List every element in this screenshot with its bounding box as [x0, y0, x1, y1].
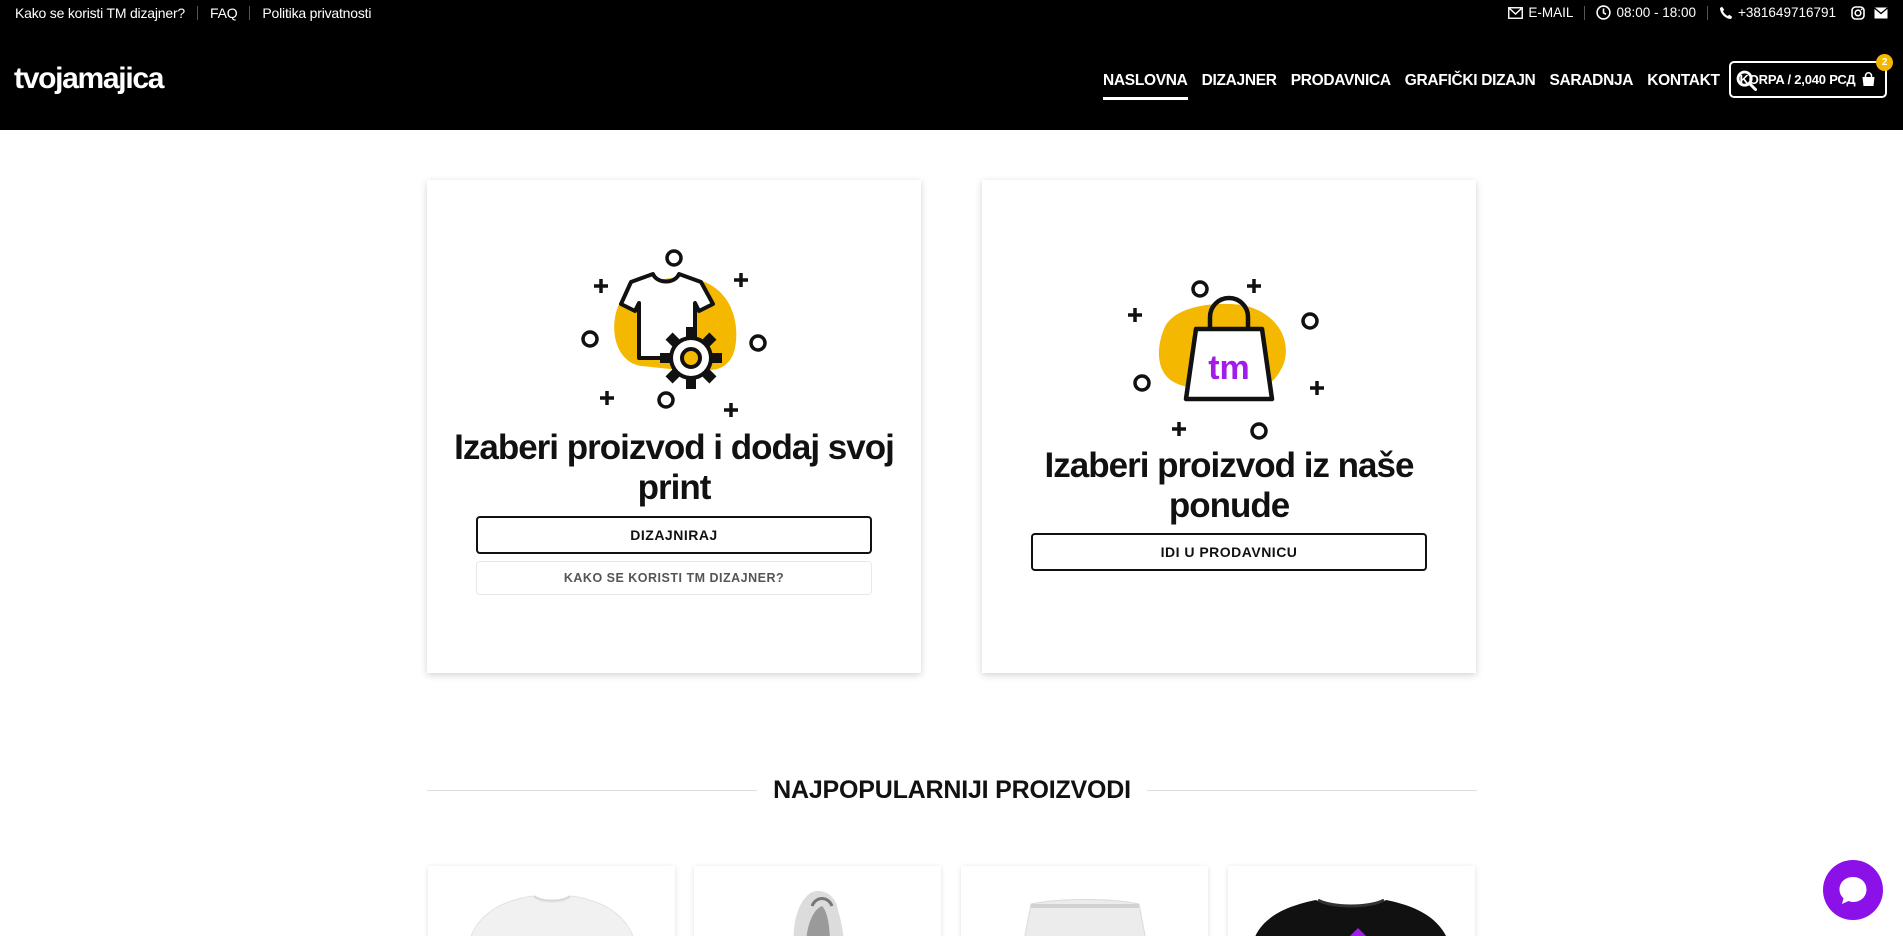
hours-text: 08:00 - 18:00 [1616, 5, 1697, 20]
designer-card-title: Izaberi proizvod i dodaj svoj print [454, 428, 895, 507]
bag-tm-text: tm [1208, 349, 1250, 387]
designer-card: Izaberi proizvod i dodaj svoj print DIZA… [427, 180, 921, 673]
cart-count-badge: 2 [1876, 54, 1893, 71]
top-bar: Kako se koristi TM dizajner? FAQ Politik… [0, 0, 1903, 28]
email-link[interactable]: E-MAIL [1508, 5, 1573, 20]
shopping-bag-icon [1862, 72, 1875, 86]
divider [1584, 5, 1586, 20]
shopping-bag-tm-icon: tm [1128, 279, 1324, 440]
divider [249, 6, 251, 20]
section-title: NAJPOPULARNIJI PROIZVODI [773, 775, 1131, 804]
shop-card: tm Izaberi proizvod iz naše ponude IDI U… [982, 180, 1476, 673]
chat-bubble-icon [1839, 877, 1867, 904]
product-card[interactable] [694, 866, 941, 936]
instagram-icon[interactable] [1851, 5, 1865, 20]
designer-illustration [427, 248, 921, 423]
mail-icon[interactable] [1874, 6, 1888, 19]
grey-shorts-image [1024, 899, 1146, 936]
shop-card-title: Izaberi proizvod iz naše ponude [1044, 446, 1415, 525]
product-card[interactable] [428, 866, 675, 936]
go-to-shop-button[interactable]: IDI U PRODAVNICU [1031, 533, 1427, 571]
nav-item-kontakt[interactable]: KONTAKT [1647, 72, 1720, 90]
phone-icon [1720, 6, 1733, 19]
popular-products-heading: NAJPOPULARNIJI PROIZVODI [427, 775, 1477, 805]
top-link-how-to-use[interactable]: Kako se koristi TM dizajner? [15, 5, 185, 21]
top-link-faq[interactable]: FAQ [210, 5, 238, 21]
cart-button[interactable]: KORPA / 2,040 РСД 2 [1729, 54, 1893, 98]
white-tshirt-image [470, 895, 634, 936]
divider [197, 6, 198, 20]
black-tshirt-image [1255, 898, 1446, 936]
grey-hoodie-image [793, 891, 844, 936]
product-card[interactable] [961, 866, 1208, 936]
top-bar-links: Kako se koristi TM dizajner? FAQ Politik… [15, 5, 371, 21]
nav-item-graficki-dizajn[interactable]: GRAFIČKI DIZAJN [1405, 72, 1536, 90]
design-button[interactable]: DIZAJNIRAJ [476, 516, 872, 554]
divider [1146, 789, 1477, 791]
working-hours: 08:00 - 18:00 [1596, 5, 1696, 20]
shop-illustration: tm [982, 271, 1476, 441]
nav-item-dizajner[interactable]: DIZAJNER [1202, 72, 1277, 90]
tshirt-gear-icon [581, 249, 767, 417]
how-to-use-designer-button[interactable]: KAKO SE KORISTI TM DIZAJNER? [476, 561, 872, 595]
chat-button[interactable] [1823, 860, 1883, 920]
social-links [1851, 5, 1888, 20]
phone-link[interactable]: +381649716791 [1719, 5, 1836, 20]
site-logo[interactable]: tvojamajica [14, 62, 164, 96]
main-header: tvojamajica NASLOVNA DIZAJNER PRODAVNICA… [0, 28, 1903, 130]
main-nav: NASLOVNA DIZAJNER PRODAVNICA GRAFIČKI DI… [1103, 70, 1757, 100]
mail-icon [1508, 6, 1524, 19]
email-label: E-MAIL [1528, 5, 1574, 20]
clock-icon [1596, 5, 1612, 20]
product-card[interactable] [1228, 866, 1475, 936]
top-link-privacy[interactable]: Politika privatnosti [262, 5, 371, 21]
nav-item-saradnja[interactable]: SARADNJA [1549, 72, 1633, 90]
phone-number: +381649716791 [1738, 5, 1836, 20]
top-bar-contact: E-MAIL 08:00 - 18:00 +381649716791 [1508, 5, 1888, 20]
nav-item-naslovna[interactable]: NASLOVNA [1103, 72, 1188, 100]
nav-item-prodavnica[interactable]: PRODAVNICA [1291, 72, 1391, 90]
cart-label: KORPA / 2,040 РСД [1739, 72, 1856, 87]
divider [427, 789, 758, 791]
divider [1707, 5, 1709, 20]
